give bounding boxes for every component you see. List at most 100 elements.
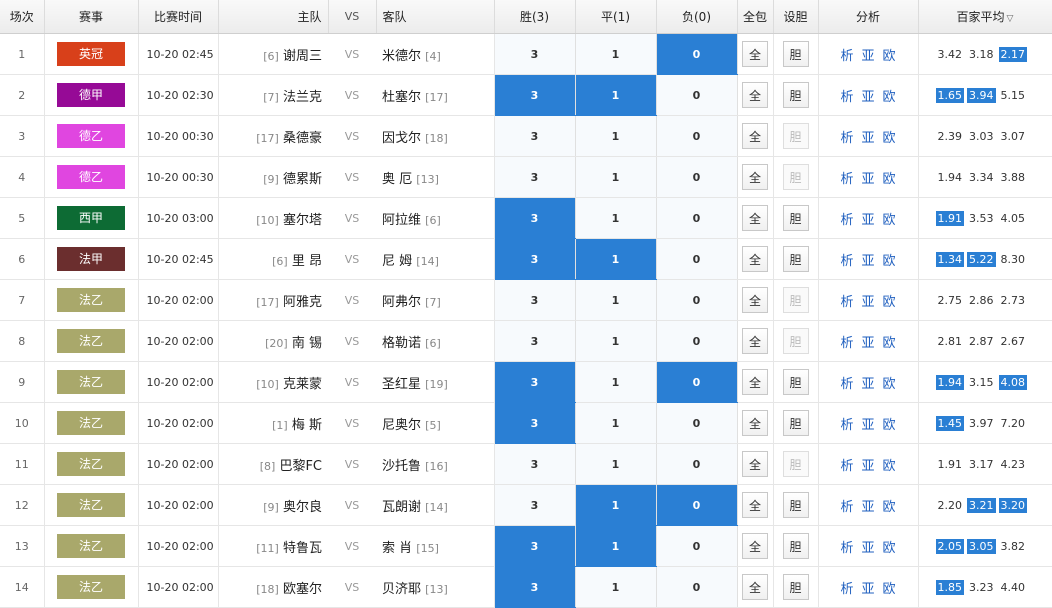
option-draw[interactable]: 1 [575, 484, 657, 526]
euro-odds-link[interactable]: 欧 [883, 418, 896, 433]
banker-button[interactable]: 胆 [782, 369, 809, 395]
option-lose[interactable]: 0 [656, 74, 738, 116]
home-team[interactable]: 桑德豪 [283, 131, 322, 146]
option-lose[interactable]: 0 [656, 197, 738, 239]
home-team[interactable]: 巴黎FC [279, 459, 322, 474]
asian-odds-link[interactable]: 亚 [861, 582, 874, 597]
analysis-link[interactable]: 析 [840, 418, 853, 433]
banker-button[interactable]: 胆 [782, 492, 809, 518]
away-team[interactable]: 圣红星 [382, 377, 421, 392]
option-draw[interactable]: 1 [575, 238, 657, 280]
analysis-link[interactable]: 析 [840, 131, 853, 146]
home-team[interactable]: 谢周三 [283, 49, 322, 64]
analysis-link[interactable]: 析 [840, 377, 853, 392]
option-draw[interactable]: 1 [575, 320, 657, 362]
select-all-button[interactable]: 全 [742, 82, 768, 108]
league-badge[interactable]: 法甲 [57, 247, 125, 271]
asian-odds-link[interactable]: 亚 [861, 90, 874, 105]
away-team[interactable]: 杜塞尔 [382, 90, 421, 105]
league-badge[interactable]: 法乙 [57, 370, 125, 394]
option-draw[interactable]: 1 [575, 566, 657, 608]
select-all-button[interactable]: 全 [742, 574, 768, 600]
option-lose[interactable]: 0 [656, 33, 738, 75]
option-win[interactable]: 3 [494, 525, 576, 567]
away-team[interactable]: 米德尔 [382, 49, 421, 64]
option-draw[interactable]: 1 [575, 74, 657, 116]
option-win[interactable]: 3 [494, 279, 576, 321]
banker-button[interactable]: 胆 [782, 164, 809, 190]
analysis-link[interactable]: 析 [840, 213, 853, 228]
select-all-button[interactable]: 全 [742, 164, 768, 190]
home-team[interactable]: 阿雅克 [283, 295, 322, 310]
away-team[interactable]: 奥 厄 [382, 172, 412, 187]
option-draw[interactable]: 1 [575, 156, 657, 198]
league-badge[interactable]: 法乙 [57, 452, 125, 476]
analysis-link[interactable]: 析 [840, 254, 853, 269]
league-badge[interactable]: 法乙 [57, 411, 125, 435]
euro-odds-link[interactable]: 欧 [883, 131, 896, 146]
home-team[interactable]: 特鲁瓦 [283, 541, 322, 556]
option-lose[interactable]: 0 [656, 320, 738, 362]
home-team[interactable]: 德累斯 [283, 172, 322, 187]
asian-odds-link[interactable]: 亚 [861, 377, 874, 392]
asian-odds-link[interactable]: 亚 [861, 131, 874, 146]
euro-odds-link[interactable]: 欧 [883, 90, 896, 105]
home-team[interactable]: 里 昂 [292, 254, 322, 269]
euro-odds-link[interactable]: 欧 [883, 582, 896, 597]
analysis-link[interactable]: 析 [840, 582, 853, 597]
option-lose[interactable]: 0 [656, 484, 738, 526]
league-badge[interactable]: 法乙 [57, 575, 125, 599]
euro-odds-link[interactable]: 欧 [883, 254, 896, 269]
euro-odds-link[interactable]: 欧 [883, 541, 896, 556]
option-win[interactable]: 3 [494, 156, 576, 198]
euro-odds-link[interactable]: 欧 [883, 336, 896, 351]
option-win[interactable]: 3 [494, 484, 576, 526]
option-draw[interactable]: 1 [575, 402, 657, 444]
asian-odds-link[interactable]: 亚 [861, 213, 874, 228]
select-all-button[interactable]: 全 [742, 41, 768, 67]
euro-odds-link[interactable]: 欧 [883, 172, 896, 187]
banker-button[interactable]: 胆 [782, 287, 809, 313]
euro-odds-link[interactable]: 欧 [883, 459, 896, 474]
league-badge[interactable]: 英冠 [57, 42, 125, 66]
analysis-link[interactable]: 析 [840, 49, 853, 64]
option-lose[interactable]: 0 [656, 279, 738, 321]
analysis-link[interactable]: 析 [840, 336, 853, 351]
option-win[interactable]: 3 [494, 238, 576, 280]
option-lose[interactable]: 0 [656, 443, 738, 485]
home-team[interactable]: 奥尔良 [283, 500, 322, 515]
euro-odds-link[interactable]: 欧 [883, 49, 896, 64]
analysis-link[interactable]: 析 [840, 459, 853, 474]
select-all-button[interactable]: 全 [742, 205, 768, 231]
option-draw[interactable]: 1 [575, 525, 657, 567]
select-all-button[interactable]: 全 [742, 123, 768, 149]
asian-odds-link[interactable]: 亚 [861, 459, 874, 474]
option-draw[interactable]: 1 [575, 361, 657, 403]
league-badge[interactable]: 德乙 [57, 124, 125, 148]
option-win[interactable]: 3 [494, 74, 576, 116]
select-all-button[interactable]: 全 [742, 328, 768, 354]
analysis-link[interactable]: 析 [840, 90, 853, 105]
banker-button[interactable]: 胆 [782, 246, 809, 272]
away-team[interactable]: 尼奥尔 [382, 418, 421, 433]
league-badge[interactable]: 德乙 [57, 165, 125, 189]
banker-button[interactable]: 胆 [782, 82, 809, 108]
home-team[interactable]: 克莱蒙 [283, 377, 322, 392]
asian-odds-link[interactable]: 亚 [861, 172, 874, 187]
option-draw[interactable]: 1 [575, 197, 657, 239]
away-team[interactable]: 因戈尔 [382, 131, 421, 146]
option-draw[interactable]: 1 [575, 279, 657, 321]
banker-button[interactable]: 胆 [782, 328, 809, 354]
away-team[interactable]: 阿拉维 [382, 213, 421, 228]
asian-odds-link[interactable]: 亚 [861, 541, 874, 556]
league-badge[interactable]: 法乙 [57, 493, 125, 517]
banker-button[interactable]: 胆 [782, 41, 809, 67]
analysis-link[interactable]: 析 [840, 541, 853, 556]
home-team[interactable]: 南 锡 [292, 336, 322, 351]
header-average-sort[interactable]: 百家平均 ▽ [918, 0, 1052, 34]
asian-odds-link[interactable]: 亚 [861, 49, 874, 64]
league-badge[interactable]: 德甲 [57, 83, 125, 107]
option-draw[interactable]: 1 [575, 33, 657, 75]
option-draw[interactable]: 1 [575, 115, 657, 157]
option-win[interactable]: 3 [494, 443, 576, 485]
